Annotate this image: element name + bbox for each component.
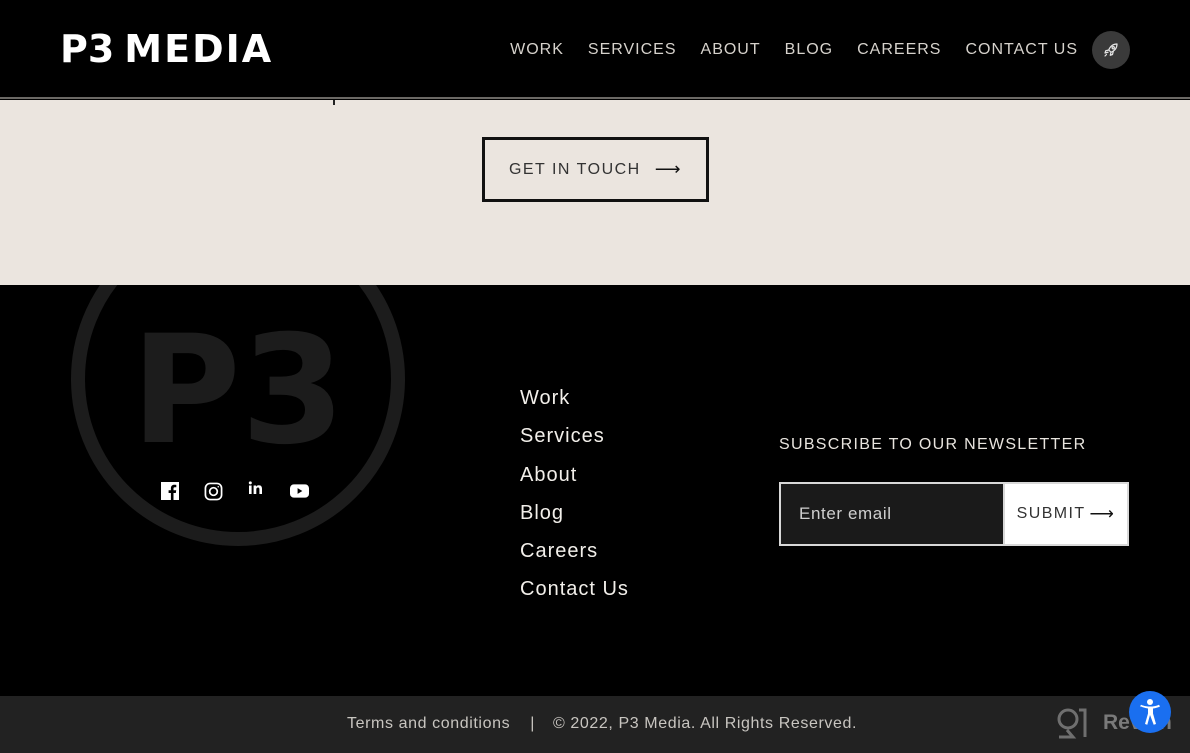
email-input[interactable] [781,484,1005,544]
site-footer: P3 Work Services About Blog Careers Cont… [0,285,1190,696]
nav-contact-us[interactable]: CONTACT US [965,31,1078,69]
get-in-touch-button[interactable]: GET IN TOUCH ⟶ [482,137,709,202]
linkedin-link[interactable] [246,481,266,501]
get-in-touch-label: GET IN TOUCH [508,160,641,178]
text-cursor-mark [333,100,335,105]
newsletter-form: SUBMIT ⟶ [779,482,1129,546]
revain-logo-icon [1057,708,1087,739]
accessibility-icon [1140,699,1160,725]
accessibility-button[interactable] [1129,691,1171,733]
watermark-p3-text: P3 [131,304,345,478]
p3-media-logo[interactable]: P3 MEDIA [60,26,273,72]
facebook-icon [161,482,179,500]
footer-link-contact-us[interactable]: Contact Us [520,570,629,608]
footer-link-blog[interactable]: Blog [520,494,629,532]
arrow-right-icon: ⟶ [654,159,683,179]
launch-button[interactable] [1092,31,1130,69]
linkedin-icon [248,481,262,494]
submit-label: SUBMIT [1016,505,1086,522]
nav-work[interactable]: WORK [510,31,564,69]
footer-nav: Work Services About Blog Careers Contact… [520,379,629,609]
instagram-link[interactable] [203,481,223,501]
social-links [160,481,309,501]
newsletter-title: SUBSCRIBE TO OUR NEWSLETTER [779,436,1087,453]
footer-link-careers[interactable]: Careers [520,532,629,570]
copyright-bar: Terms and conditions | © 2022, P3 Media.… [0,696,1190,753]
footer-link-services[interactable]: Services [520,417,629,455]
youtube-link[interactable] [289,481,309,501]
nav-about[interactable]: ABOUT [701,31,761,69]
submit-button[interactable]: SUBMIT ⟶ [1005,484,1127,544]
copyright-text: © 2022, P3 Media. All Rights Reserved. [552,715,858,732]
instagram-icon [204,482,222,500]
nav-blog[interactable]: BLOG [785,31,833,69]
legal-row: Terms and conditions | © 2022, P3 Media.… [347,715,857,733]
main-nav: WORK SERVICES ABOUT BLOG CAREERS CONTACT… [510,31,1130,69]
footer-link-work[interactable]: Work [520,379,629,417]
nav-services[interactable]: SERVICES [588,31,677,69]
cta-section: GET IN TOUCH ⟶ [0,100,1190,285]
facebook-link[interactable] [160,481,180,501]
youtube-icon [289,484,309,498]
logo-p3-text: P3 [60,27,115,71]
nav-careers[interactable]: CAREERS [857,31,941,69]
logo-media-text: MEDIA [124,27,274,71]
footer-link-about[interactable]: About [520,456,629,494]
terms-link[interactable]: Terms and conditions [347,715,510,733]
site-header: P3 MEDIA WORK SERVICES ABOUT BLOG CAREERS… [0,0,1190,99]
separator: | [530,715,535,732]
p3-circle-watermark: P3 [71,285,405,546]
arrow-right-icon: ⟶ [1089,504,1116,523]
rocket-icon [1104,43,1118,57]
